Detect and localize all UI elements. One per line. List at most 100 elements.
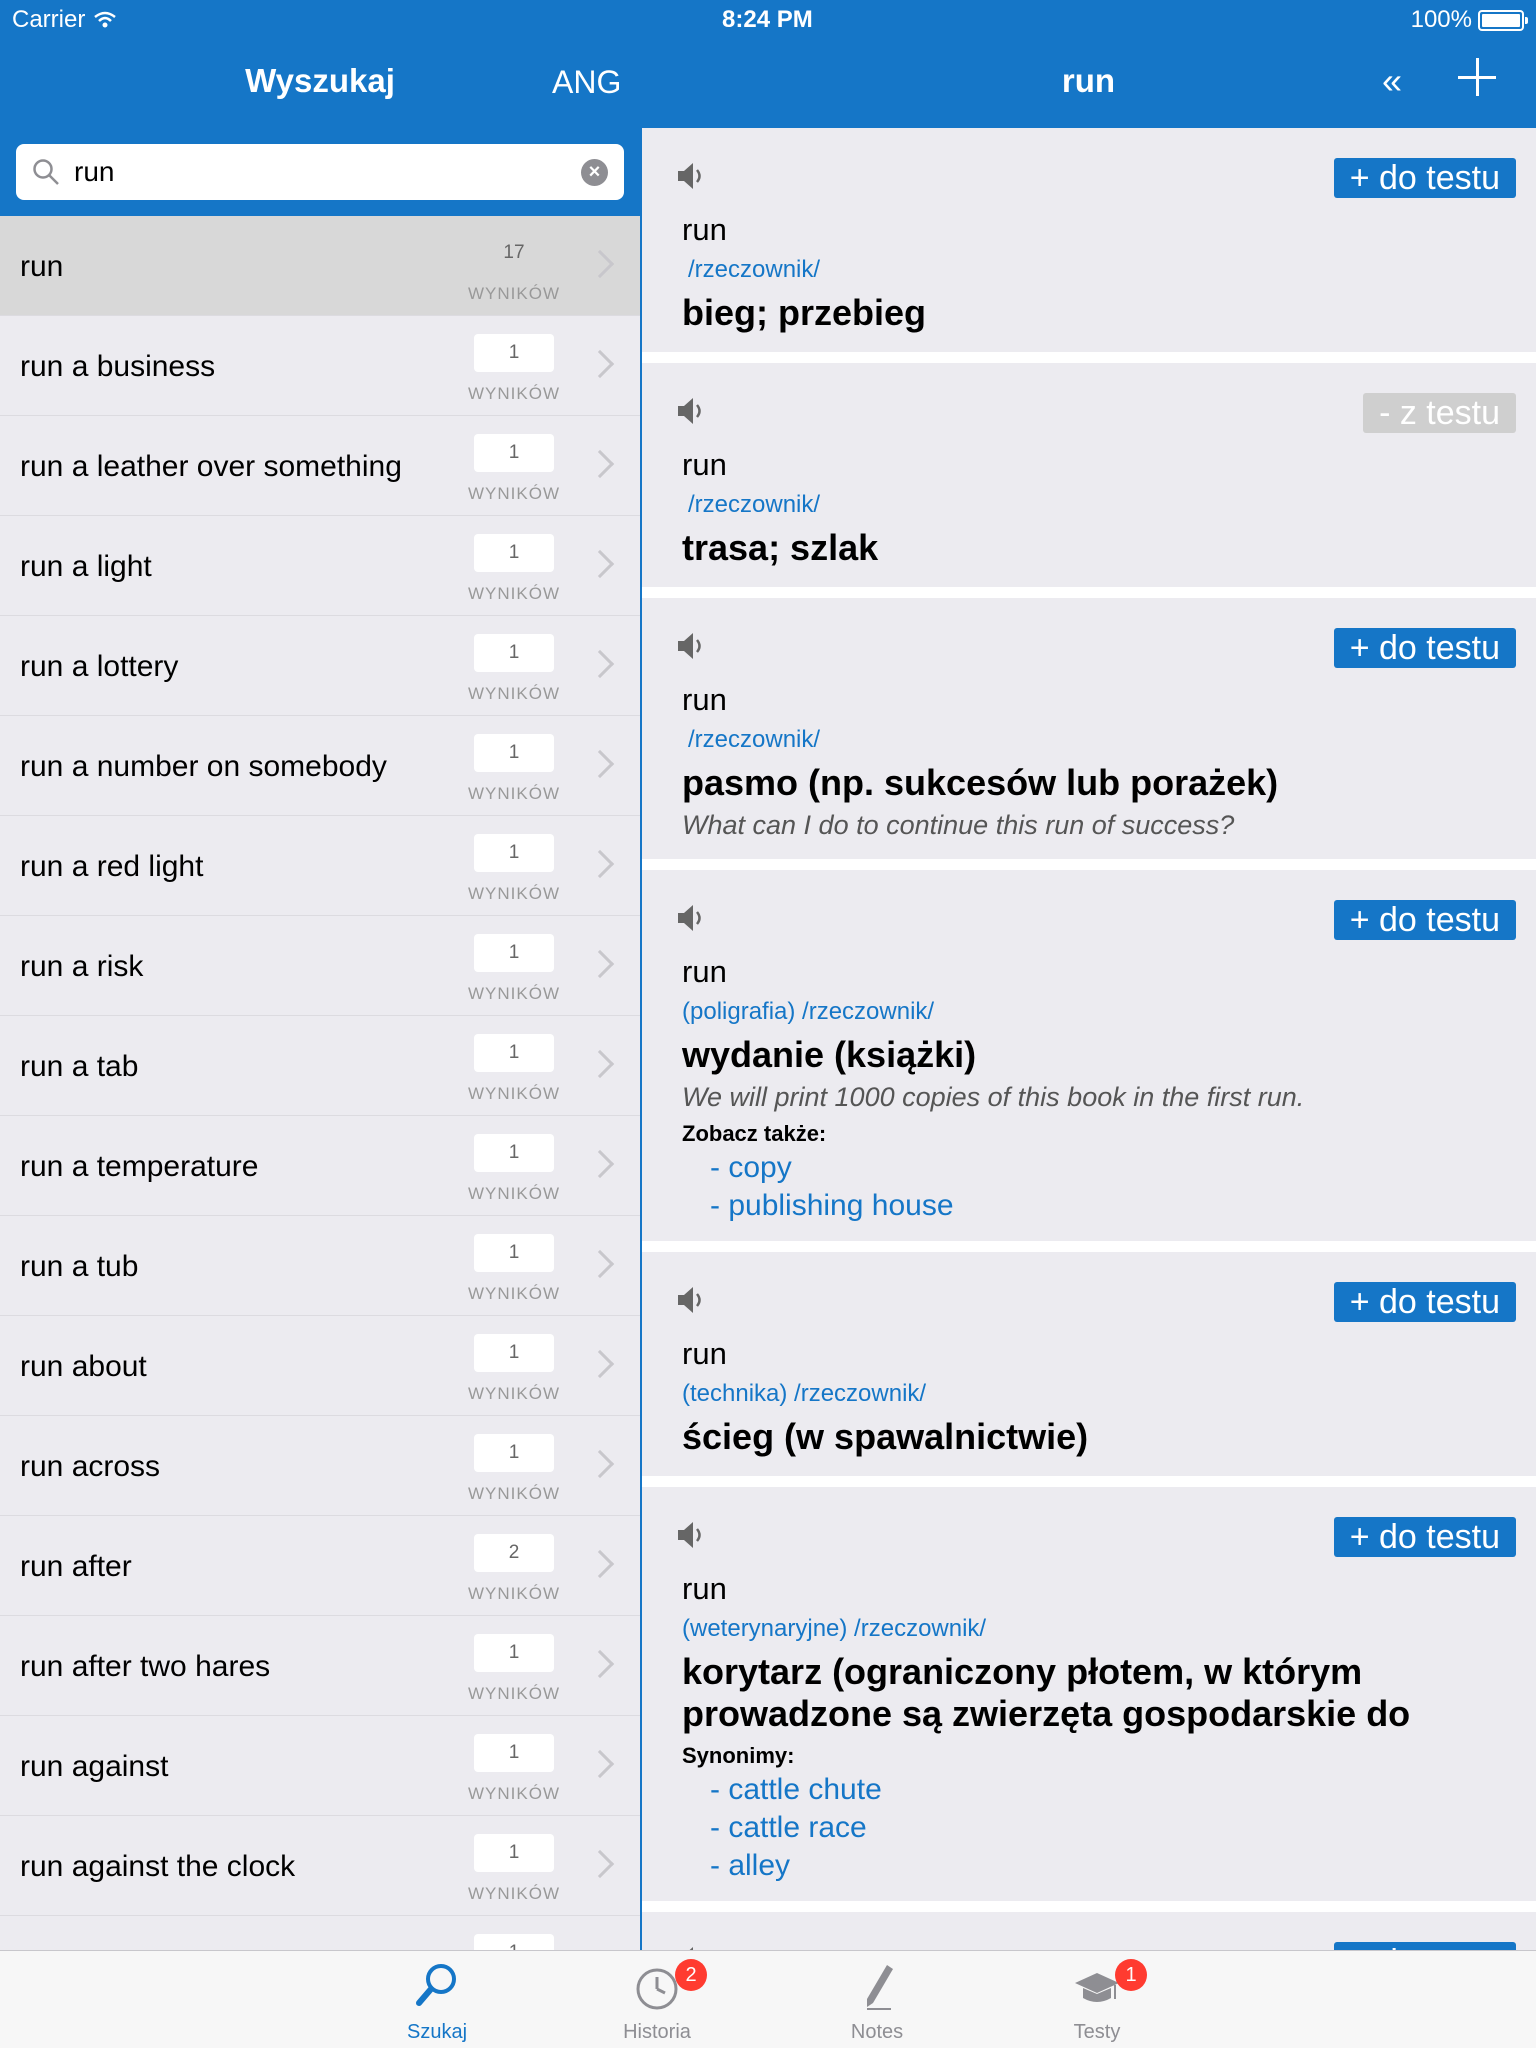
result-count-caption: WYNIKÓW xyxy=(468,1384,560,1403)
tab-testy[interactable]: 1 Testy xyxy=(1037,1951,1157,2048)
entry-translation: wydanie (książki) xyxy=(682,1034,977,1075)
entry-headword: run xyxy=(682,447,727,482)
result-row[interactable]: run a lottery 1 WYNIKÓW xyxy=(0,616,640,716)
entry-card: + do testu run /rzeczownik/ bieg; przebi… xyxy=(642,128,1536,363)
result-row[interactable]: run after two hares 1 WYNIKÓW xyxy=(0,1616,640,1716)
result-label: run after xyxy=(20,1550,132,1583)
result-row[interactable]: run against 1 WYNIKÓW xyxy=(0,1716,640,1816)
result-row[interactable]: run about 1 WYNIKÓW xyxy=(0,1316,640,1416)
result-count-caption: WYNIKÓW xyxy=(468,484,560,503)
tab-bar: Szukaj 2 Historia Notes 1 Testy xyxy=(0,1950,1536,2048)
result-count-caption: WYNIKÓW xyxy=(468,1584,560,1603)
results-panel: × run 17 WYNIKÓW run a business1WYNIKÓW run … xyxy=(0,128,640,1950)
add-to-test-button[interactable]: + do testu xyxy=(1333,628,1516,668)
chevron-right-icon xyxy=(585,1549,615,1579)
result-count-caption: WYNIKÓW xyxy=(468,584,560,603)
synonym-link[interactable]: - cattle chute xyxy=(682,1773,1516,1807)
result-count-caption: WYNIKÓW xyxy=(468,1184,560,1203)
speaker-icon[interactable] xyxy=(672,1282,708,1318)
add-icon[interactable] xyxy=(1456,56,1500,100)
speaker-icon[interactable] xyxy=(672,628,708,664)
collapse-button[interactable]: « xyxy=(1382,60,1402,102)
synonyms-label: Synonimy: xyxy=(682,1743,795,1768)
result-count-badge: 17 xyxy=(503,242,525,263)
see-also-link[interactable]: - copy xyxy=(682,1151,1516,1185)
result-row[interactable]: run a tub 1 WYNIKÓW xyxy=(0,1216,640,1316)
add-to-test-button[interactable]: + do testu xyxy=(1333,1517,1516,1557)
chevron-right-icon xyxy=(585,949,615,979)
result-row[interactable]: 1WYNIKÓW xyxy=(0,1916,640,1950)
language-button[interactable]: ANG xyxy=(552,64,621,101)
result-count-caption: WYNIKÓW xyxy=(468,1284,560,1303)
result-label: run a tub xyxy=(20,1250,139,1283)
result-list: run 17 WYNIKÓW run a business 1 WYNIKÓW run a … xyxy=(0,216,640,1950)
result-label: run about xyxy=(20,1350,147,1383)
tab-label: Testy xyxy=(1073,2021,1121,2043)
result-row[interactable]: run a temperature 1 WYNIKÓW xyxy=(0,1116,640,1216)
result-count-badge: 1 xyxy=(474,1034,554,1072)
result-count-badge: 1 xyxy=(474,834,554,872)
speaker-icon[interactable] xyxy=(672,1517,708,1553)
result-count-caption: WYNIKÓW xyxy=(468,1484,560,1503)
chevron-right-icon xyxy=(585,749,615,779)
result-count-badge: 2 xyxy=(474,1534,554,1572)
tab-historia[interactable]: 2 Historia xyxy=(597,1951,717,2048)
entry-translation: bieg; przebieg xyxy=(682,292,927,333)
result-count-badge: 1 xyxy=(474,534,554,572)
entry-part-of-speech: (weterynaryjne) /rzeczownik/ xyxy=(682,1615,987,1642)
top-bar: Carrier 8:24 PM 100% Wyszukaj ANG run « xyxy=(0,0,1536,128)
speaker-icon[interactable] xyxy=(672,1942,708,1950)
result-row[interactable]: run a risk 1 WYNIKÓW xyxy=(0,916,640,1016)
speaker-icon[interactable] xyxy=(672,158,708,194)
entry-part-of-speech: /rzeczownik/ xyxy=(688,726,821,753)
result-label: run a light xyxy=(20,550,152,583)
chevron-right-icon xyxy=(585,1349,615,1379)
result-count-caption: WYNIKÓW xyxy=(468,684,560,703)
result-label: run a tab xyxy=(20,1050,139,1083)
result-row[interactable]: run a leather over something 1 WYNIKÓW xyxy=(0,416,640,516)
synonym-link[interactable]: - alley xyxy=(682,1849,1516,1883)
tab-szukaj[interactable]: Szukaj xyxy=(377,1951,497,2048)
status-battery: 100% xyxy=(1411,6,1528,34)
result-row[interactable]: run 17 WYNIKÓW xyxy=(0,216,640,316)
entry-example: What can I do to continue this run of su… xyxy=(682,810,1235,840)
result-row[interactable]: run after 2 WYNIKÓW xyxy=(0,1516,640,1616)
add-to-test-button[interactable]: + do testu xyxy=(1333,1282,1516,1322)
result-row[interactable]: run a light 1 WYNIKÓW xyxy=(0,516,640,616)
speaker-icon[interactable] xyxy=(672,393,708,429)
result-count-caption: WYNIKÓW xyxy=(468,1784,560,1803)
search-box[interactable]: × xyxy=(16,144,624,200)
entry-card: + do testu xyxy=(642,1912,1536,1950)
entry-part-of-speech: /rzeczownik/ xyxy=(688,256,821,283)
result-label: run xyxy=(20,250,64,283)
tab-notes[interactable]: Notes xyxy=(817,1951,937,2048)
synonym-link[interactable]: - cattle race xyxy=(682,1811,1516,1845)
entry-translation: trasa; szlak xyxy=(682,527,879,568)
add-to-test-button[interactable]: + do testu xyxy=(1333,1942,1516,1950)
search-input[interactable] xyxy=(74,154,574,190)
add-to-test-button[interactable]: + do testu xyxy=(1333,158,1516,198)
chevron-right-icon xyxy=(585,1149,615,1179)
see-also-link[interactable]: - publishing house xyxy=(682,1189,1516,1223)
chevron-right-icon xyxy=(585,649,615,679)
result-label: run a temperature xyxy=(20,1150,259,1183)
remove-from-test-button[interactable]: - z testu xyxy=(1363,393,1516,433)
result-count-badge: 1 xyxy=(474,934,554,972)
entry-translation: korytarz (ograniczony płotem, w którym p… xyxy=(682,1651,1411,1734)
result-row[interactable]: run a business 1 WYNIKÓW xyxy=(0,316,640,416)
clear-search-icon[interactable]: × xyxy=(581,159,608,186)
result-row[interactable]: run across 1 WYNIKÓW xyxy=(0,1416,640,1516)
speaker-icon[interactable] xyxy=(672,900,708,936)
result-row[interactable]: run a number on somebody 1 WYNIKÓW xyxy=(0,716,640,816)
search-title: Wyszukaj xyxy=(245,62,395,99)
result-row[interactable]: run against the clock 1 WYNIKÓW xyxy=(0,1816,640,1916)
tests-badge: 1 xyxy=(1115,1959,1147,1991)
result-count-badge: 1 xyxy=(474,1734,554,1772)
result-count-badge: 1 xyxy=(474,434,554,472)
result-row[interactable]: run a tab 1 WYNIKÓW xyxy=(0,1016,640,1116)
add-to-test-button[interactable]: + do testu xyxy=(1333,900,1516,940)
chevron-right-icon xyxy=(585,449,615,479)
status-time: 8:24 PM xyxy=(722,6,813,33)
chevron-right-icon xyxy=(585,1849,615,1879)
result-row[interactable]: run a red light 1 WYNIKÓW xyxy=(0,816,640,916)
